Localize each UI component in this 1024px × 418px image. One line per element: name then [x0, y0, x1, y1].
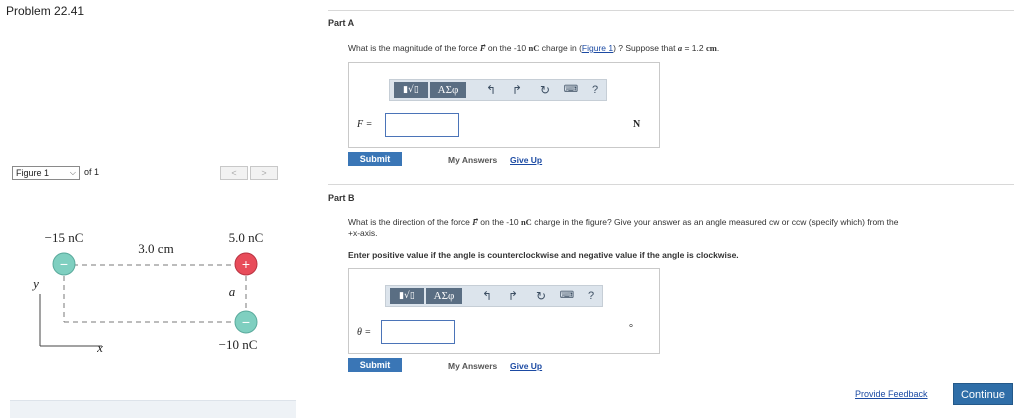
part-b-my-answers[interactable]: My Answers: [448, 361, 497, 371]
part-b-question: What is the direction of the force F⃗ on…: [348, 217, 1008, 239]
part-a-give-up-link[interactable]: Give Up: [510, 155, 542, 165]
unit-nc: nC: [520, 217, 532, 227]
templates-button[interactable]: ▮√▯: [390, 288, 424, 304]
reset-icon[interactable]: ↻: [532, 288, 550, 304]
chevron-right-icon: >: [261, 168, 267, 178]
redo-icon[interactable]: ↱: [504, 288, 522, 304]
force-answer-input[interactable]: [385, 113, 459, 137]
part-a-title: Part A: [328, 18, 355, 28]
question-text: +x-axis.: [348, 228, 378, 238]
part-b-give-up-link[interactable]: Give Up: [510, 361, 542, 371]
figure-select-value: Figure 1: [16, 168, 50, 178]
previous-figure-button[interactable]: <: [220, 166, 248, 180]
distance-label: 3.0 cm: [138, 241, 173, 256]
question-text: charge in the figure? Give your answer a…: [531, 217, 899, 227]
plus-sign: +: [242, 256, 250, 272]
question-text: on the -10: [477, 217, 521, 227]
angle-answer-label: θ =: [357, 327, 372, 338]
charge-diagram: − + − −15 nC 5.0 nC 3.0 cm a −10 nC y x: [31, 230, 264, 355]
chevron-down-icon: ⌵: [69, 168, 76, 177]
undo-icon[interactable]: ↰: [482, 82, 500, 98]
minus-sign: −: [60, 256, 68, 272]
x-axis-label: x: [96, 340, 103, 355]
charge-label-top-right: 5.0 nC: [229, 230, 264, 245]
degree-unit: °: [629, 323, 633, 334]
question-text: What is the direction of the force: [348, 217, 473, 227]
charge-label-bottom-right: −10 nC: [219, 337, 258, 352]
question-text: .: [716, 43, 720, 53]
part-b-title: Part B: [328, 193, 355, 203]
figure-footer: [10, 400, 296, 418]
figure-1: − + − −15 nC 5.0 nC 3.0 cm a −10 nC y x: [10, 196, 290, 396]
symbols-button[interactable]: ΑΣφ: [430, 82, 466, 98]
figure-navigation: Figure 1 ⌵ of 1 < >: [10, 166, 285, 182]
math-toolbar: ▮√▯ ΑΣφ ↰ ↱ ↻ ⌨ ?: [389, 79, 607, 101]
templates-button[interactable]: ▮√▯: [394, 82, 428, 98]
angle-answer-input[interactable]: [381, 320, 455, 344]
minus-sign: −: [242, 314, 250, 330]
part-a-my-answers[interactable]: My Answers: [448, 155, 497, 165]
side-label: a: [229, 284, 236, 299]
y-axis-label: y: [31, 276, 39, 291]
part-a-submit-button[interactable]: Submit: [348, 152, 402, 166]
figure-1-link[interactable]: Figure 1: [582, 43, 613, 53]
problem-panel: Problem 22.41 Figure 1 ⌵ of 1 < > − + −: [0, 0, 296, 418]
continue-button[interactable]: Continue: [953, 383, 1013, 405]
undo-icon[interactable]: ↰: [478, 288, 496, 304]
reset-icon[interactable]: ↻: [536, 82, 554, 98]
divider: [328, 10, 1014, 11]
force-unit: N: [633, 119, 641, 130]
unit-nc: nC: [528, 43, 540, 53]
force-answer-label: F =: [357, 119, 373, 130]
symbols-button[interactable]: ΑΣφ: [426, 288, 462, 304]
help-icon[interactable]: ?: [582, 288, 600, 304]
figure-count: of 1: [84, 167, 100, 177]
question-text: ) ? Suppose that: [613, 43, 678, 53]
help-icon[interactable]: ?: [586, 82, 604, 98]
keyboard-icon[interactable]: ⌨: [562, 82, 580, 98]
part-a-answer-box: ▮√▯ ΑΣφ ↰ ↱ ↻ ⌨ ? F = N: [348, 62, 660, 148]
question-text: = 1.2: [682, 43, 706, 53]
provide-feedback-link[interactable]: Provide Feedback: [855, 389, 928, 399]
keyboard-icon[interactable]: ⌨: [558, 288, 576, 304]
part-b-submit-button[interactable]: Submit: [348, 358, 402, 372]
part-b-answer-box: ▮√▯ ΑΣφ ↰ ↱ ↻ ⌨ ? θ = °: [348, 268, 660, 354]
figure-select[interactable]: Figure 1 ⌵: [12, 166, 80, 180]
part-a-question: What is the magnitude of the force F⃗ on…: [348, 43, 719, 54]
chevron-left-icon: <: [231, 168, 237, 178]
next-figure-button[interactable]: >: [250, 166, 278, 180]
redo-icon[interactable]: ↱: [508, 82, 526, 98]
problem-title: Problem 22.41: [6, 4, 85, 18]
math-toolbar: ▮√▯ ΑΣφ ↰ ↱ ↻ ⌨ ?: [385, 285, 603, 307]
question-text: What is the magnitude of the force: [348, 43, 480, 53]
question-text: on the -10: [485, 43, 529, 53]
unit-cm: cm: [705, 43, 717, 53]
question-text: charge in (: [539, 43, 582, 53]
divider: [328, 184, 1014, 185]
part-b-instruction: Enter positive value if the angle is cou…: [348, 250, 739, 260]
charge-label-left: −15 nC: [45, 230, 84, 245]
